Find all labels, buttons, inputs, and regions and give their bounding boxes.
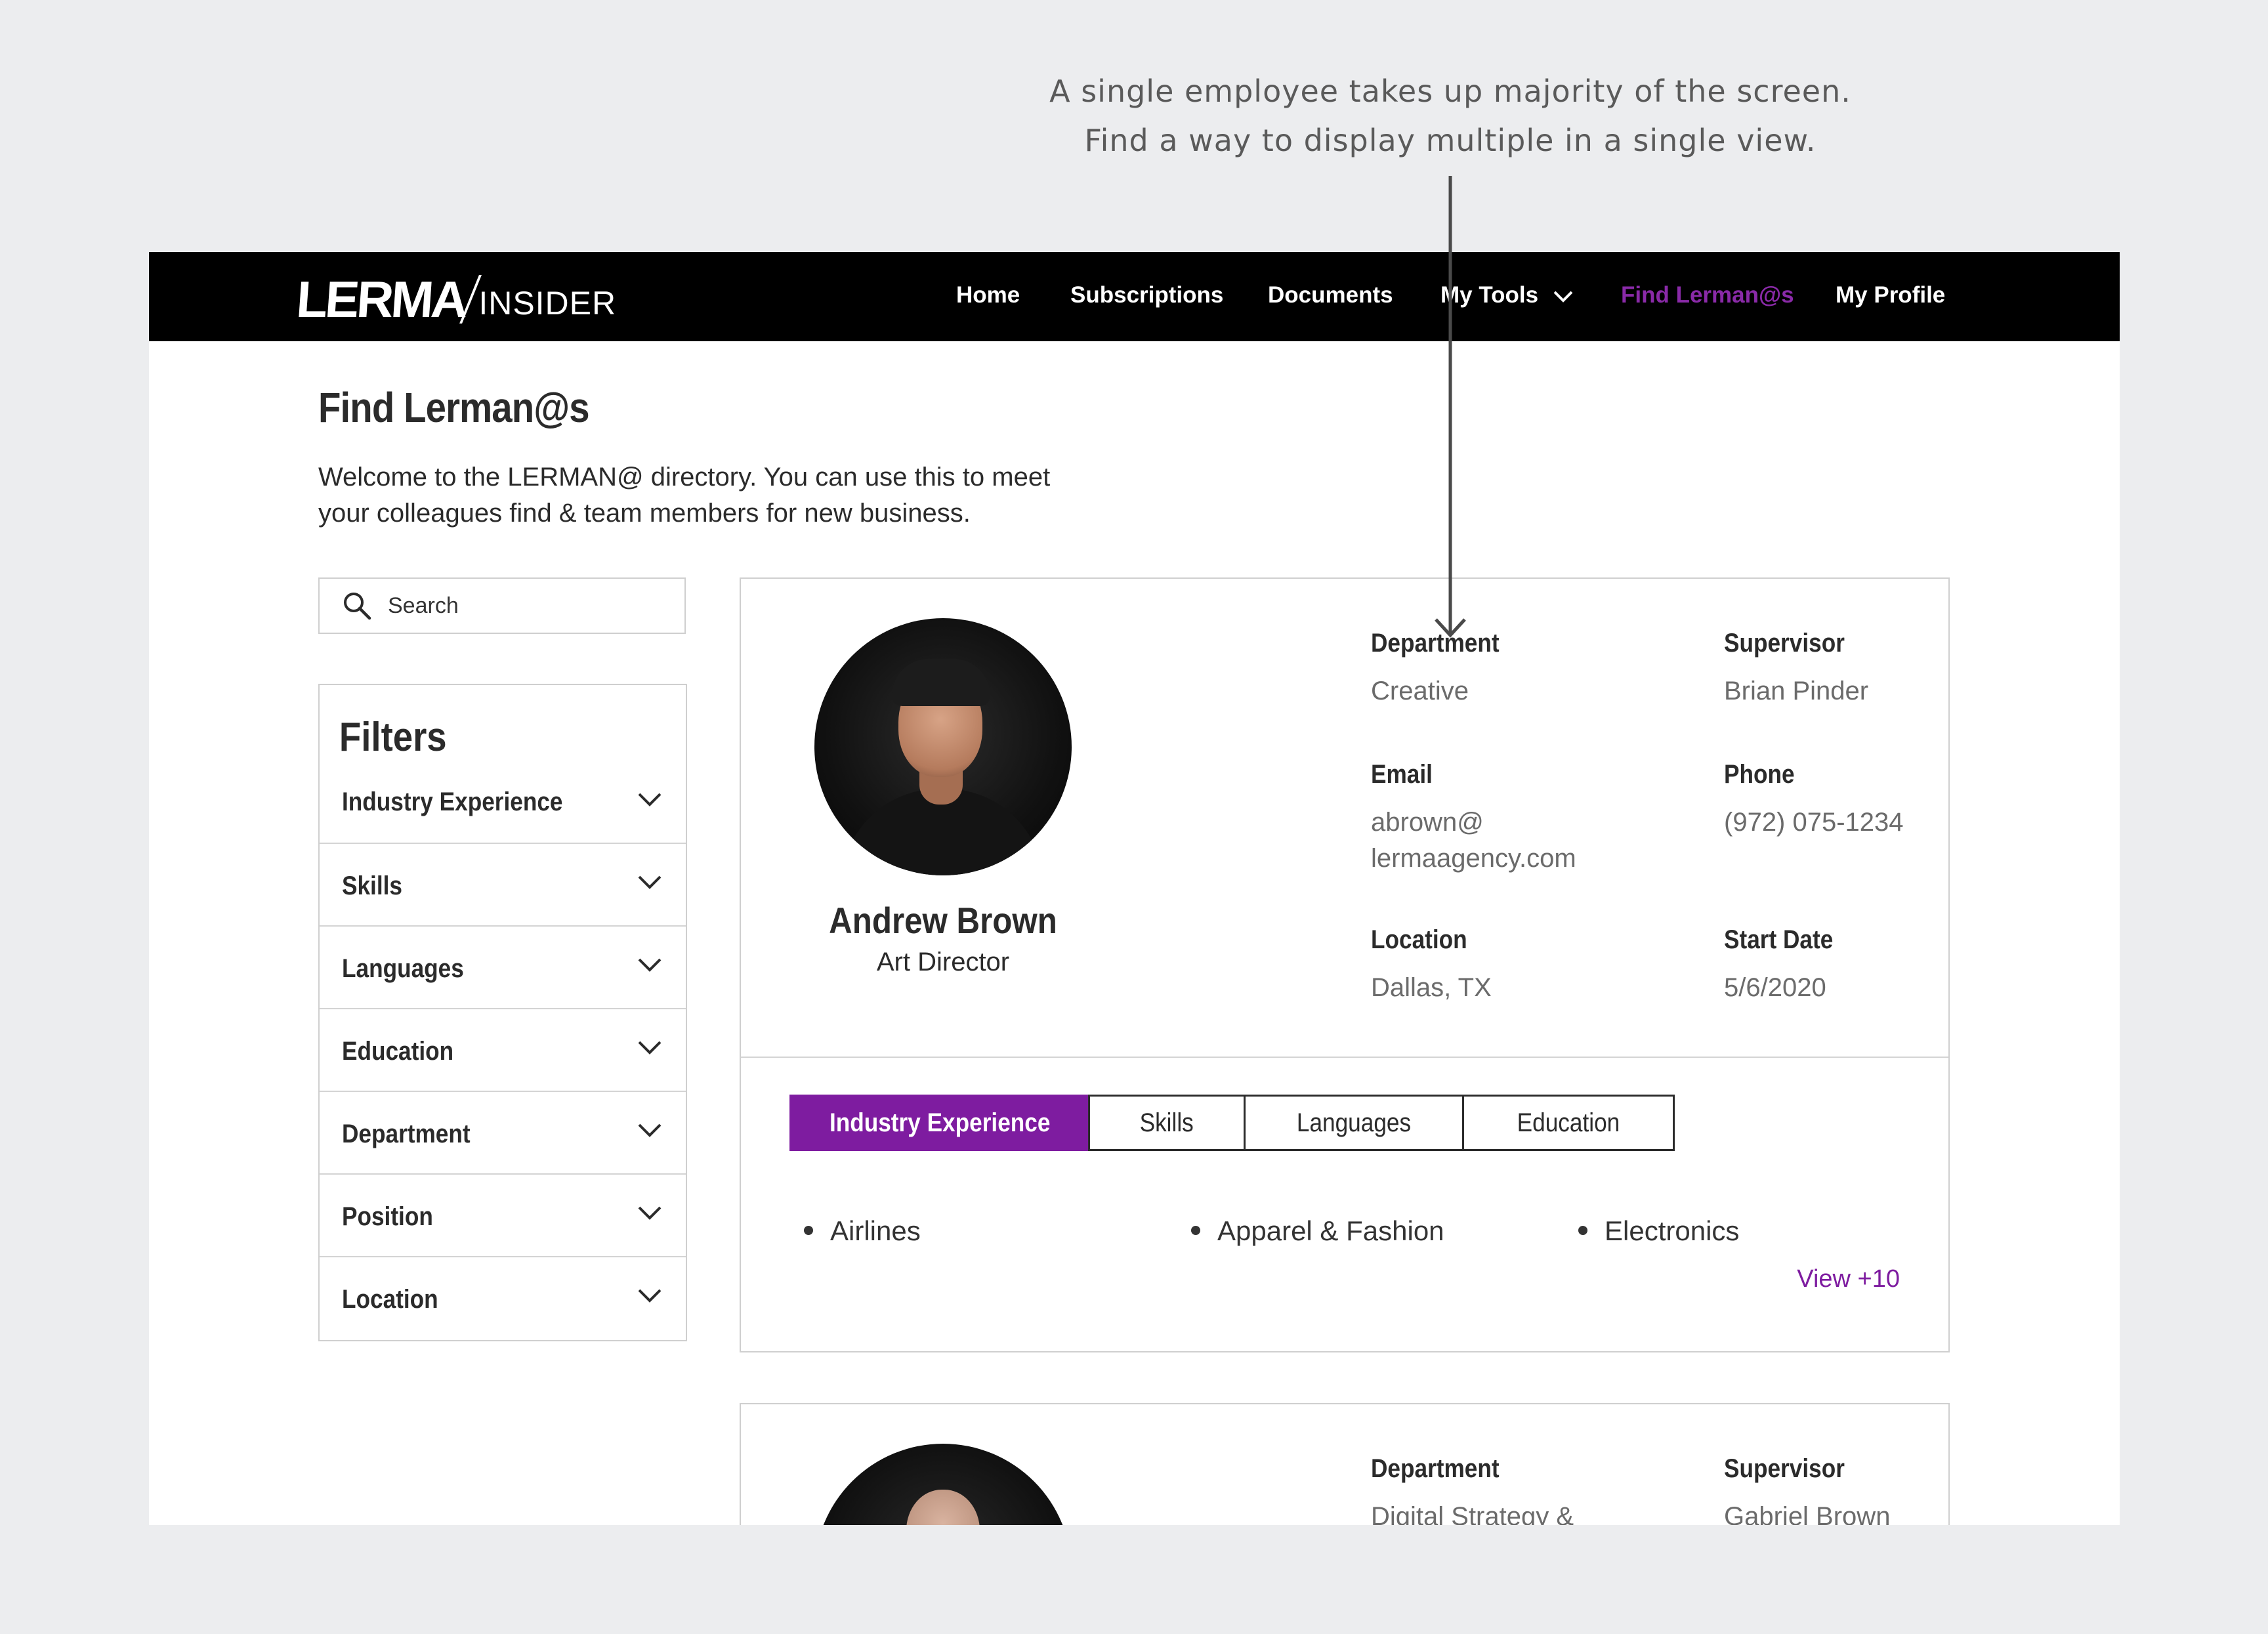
filter-languages[interactable]: Languages [320,927,686,1009]
employee-tabs: Industry Experience Skills Languages Edu… [789,1095,1675,1151]
card-divider [741,1057,1948,1058]
chevron-down-icon [638,1289,662,1303]
tab-label: Skills [1139,1108,1194,1137]
intro-line-1: Welcome to the LERMAN@ directory. You ca… [318,463,1051,492]
employee-title: Art Director [876,948,1010,976]
chevron-down-icon [638,793,662,807]
supervisor-value: Gabriel Brown [1724,1502,1891,1525]
chevron-down-icon [638,958,662,972]
department-label: Department [1371,629,1500,658]
chevron-down-icon [638,1041,662,1055]
chevron-down-icon [638,1206,662,1220]
department-value: Digital Strategy & [1371,1502,1574,1525]
nav-subscriptions[interactable]: Subscriptions [1070,282,1223,308]
email-value[interactable]: abrown@ lermaagency.com [1371,805,1647,877]
experience-item: Electronics [1578,1215,1739,1247]
filters-panel: Filters Industry Experience Skills Langu… [318,684,687,1341]
filter-label: Industry Experience [342,787,563,816]
location-value: Dallas, TX [1371,973,1492,1002]
chevron-down-icon [638,875,662,889]
design-annotation: A single employee takes up majority of t… [988,67,1913,165]
nav-home[interactable]: Home [956,282,1020,308]
start-date-value: 5/6/2020 [1724,973,1826,1002]
tab-skills[interactable]: Skills [1088,1095,1246,1151]
email-line-1: abrown@ [1371,808,1484,837]
annotation-line-2: Find a way to display multiple in a sing… [1084,123,1816,158]
nav-my-profile[interactable]: My Profile [1836,282,1945,308]
avatar-cap [892,659,990,706]
search-icon [344,593,371,620]
intro-line-2: your colleagues find & team members for … [318,499,971,528]
email-line-2: lermaagency.com [1371,844,1576,873]
start-date-label: Start Date [1724,925,1834,954]
department-value: Creative [1371,677,1469,705]
tab-label: Languages [1296,1108,1412,1137]
location-label: Location [1371,925,1467,954]
chevron-down-icon [638,1123,662,1137]
filter-label: Languages [342,954,464,983]
page-intro: Welcome to the LERMAN@ directory. You ca… [318,459,1106,532]
filter-label: Location [342,1285,438,1314]
employee-avatar[interactable] [814,618,1072,875]
nav-my-tools-label: My Tools [1440,282,1539,308]
lerma-insider-logo[interactable]: LERMA INSIDER [295,270,617,328]
filter-industry-experience[interactable]: Industry Experience [320,768,686,844]
page-title: Find Lerman@s [318,384,590,431]
tab-label: Education [1517,1108,1620,1137]
tab-education[interactable]: Education [1462,1095,1675,1151]
employee-name: Andrew Brown [829,900,1057,941]
experience-item: Airlines [804,1215,921,1247]
filter-label: Department [342,1120,471,1148]
avatar-face [906,1490,980,1525]
top-navbar: LERMA INSIDER Home Subscriptions Documen… [149,252,2120,341]
annotation-line-1: A single employee takes up majority of t… [1049,73,1851,109]
employee-card: Andrew Brown Art Director Department Cre… [740,577,1950,1352]
filter-department[interactable]: Department [320,1092,686,1175]
tab-languages[interactable]: Languages [1244,1095,1464,1151]
logo-mark: LERMA [294,270,468,328]
filter-label: Position [342,1202,433,1231]
logo-subtitle: INSIDER [478,285,617,322]
filter-skills[interactable]: Skills [320,844,686,927]
phone-label: Phone [1724,760,1795,789]
nav-find-lermanas[interactable]: Find Lerman@s [1621,282,1794,308]
nav-my-tools[interactable]: My Tools [1440,282,1574,308]
filter-position[interactable]: Position [320,1175,686,1257]
filter-label: Skills [342,871,402,900]
filter-label: Education [342,1037,454,1066]
supervisor-label: Supervisor [1724,1454,1845,1483]
tab-industry-experience[interactable]: Industry Experience [789,1095,1090,1151]
view-more-link[interactable]: View +10 [1797,1265,1900,1293]
supervisor-value: Brian Pinder [1724,677,1869,705]
search-box[interactable] [318,577,686,634]
app-frame: LERMA INSIDER Home Subscriptions Documen… [149,252,2120,1525]
search-input[interactable] [387,592,665,619]
tab-label: Industry Experience [829,1108,1051,1137]
filter-education[interactable]: Education [320,1009,686,1092]
nav-documents[interactable]: Documents [1268,282,1393,308]
chevron-down-icon [1553,291,1573,303]
phone-value[interactable]: (972) 075-1234 [1724,805,2000,841]
experience-item: Apparel & Fashion [1191,1215,1444,1247]
filters-title: Filters [339,715,447,760]
employee-avatar[interactable] [814,1444,1072,1525]
employee-card: Department Digital Strategy & Supervisor… [740,1403,1950,1525]
email-label: Email [1371,760,1433,789]
department-label: Department [1371,1454,1500,1483]
supervisor-label: Supervisor [1724,629,1845,658]
filter-location[interactable]: Location [320,1257,686,1340]
